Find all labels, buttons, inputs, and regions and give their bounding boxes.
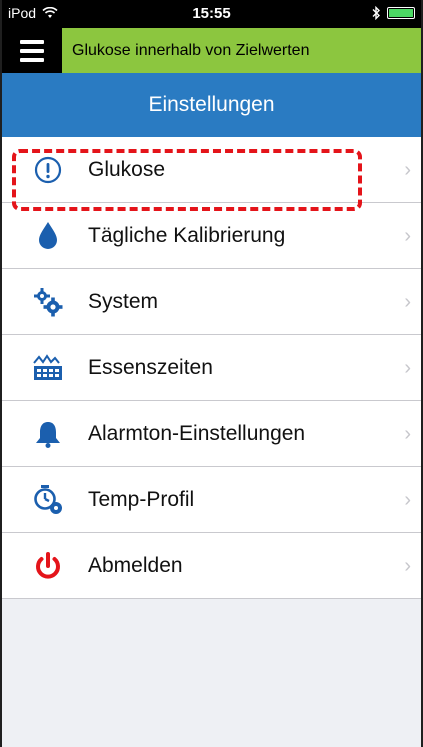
bell-icon [30, 416, 66, 452]
menu-item-label: Abmelden [88, 553, 183, 577]
hamburger-line [20, 57, 44, 62]
meal-times-icon [30, 350, 66, 386]
chevron-right-icon: › [404, 159, 411, 181]
menu-item-label: Temp-Profil [88, 487, 195, 511]
menu-item-glukose[interactable]: Glukose › [2, 137, 421, 203]
exclamation-circle-icon [30, 152, 66, 188]
chevron-right-icon: › [404, 291, 411, 313]
menu-item-system[interactable]: System › [2, 269, 421, 335]
menu-item-label: Alarmton-Einstellungen [88, 421, 306, 445]
hamburger-menu-icon[interactable] [2, 28, 62, 73]
power-icon [30, 548, 66, 584]
chevron-right-icon: › [404, 555, 411, 577]
menu-item-alarmton-einstellungen[interactable]: Alarmton-Einstellungen › [2, 401, 421, 467]
status-time: 15:55 [192, 5, 231, 22]
hamburger-line [20, 39, 44, 44]
chevron-right-icon: › [404, 225, 411, 247]
menu-item-label: System [88, 289, 159, 313]
chevron-right-icon: › [404, 357, 411, 379]
chevron-right-icon: › [404, 423, 411, 445]
timer-profile-icon [30, 482, 66, 518]
blood-drop-icon [30, 218, 66, 254]
gears-icon [30, 284, 66, 320]
chevron-right-icon: › [404, 489, 411, 511]
page-title: Einstellungen [2, 73, 421, 137]
menu-item-label: Tägliche Kalibrierung [88, 223, 286, 247]
menu-item-abmelden[interactable]: Abmelden › [2, 533, 421, 599]
bluetooth-icon [372, 6, 380, 20]
settings-menu: Glukose › Tägliche Kalibrierung › System… [2, 137, 421, 599]
glucose-status-banner[interactable]: Glukose innerhalb von Zielwerten [62, 28, 421, 73]
status-bar-right [371, 6, 415, 20]
menu-item-essenszeiten[interactable]: Essenszeiten › [2, 335, 421, 401]
menu-item-label: Essenszeiten [88, 355, 213, 379]
battery-icon [387, 7, 415, 19]
hamburger-line [20, 48, 44, 53]
menu-item-taegliche-kalibrierung[interactable]: Tägliche Kalibrierung › [2, 203, 421, 269]
menu-item-temp-profil[interactable]: Temp-Profil › [2, 467, 421, 533]
phone-screen: iPod 15:55 Glukose innerhalb von Zielwer… [0, 0, 423, 747]
top-bar: Glukose innerhalb von Zielwerten [2, 28, 421, 73]
status-bar: iPod 15:55 [2, 0, 421, 28]
menu-item-label: Glukose [88, 157, 166, 181]
